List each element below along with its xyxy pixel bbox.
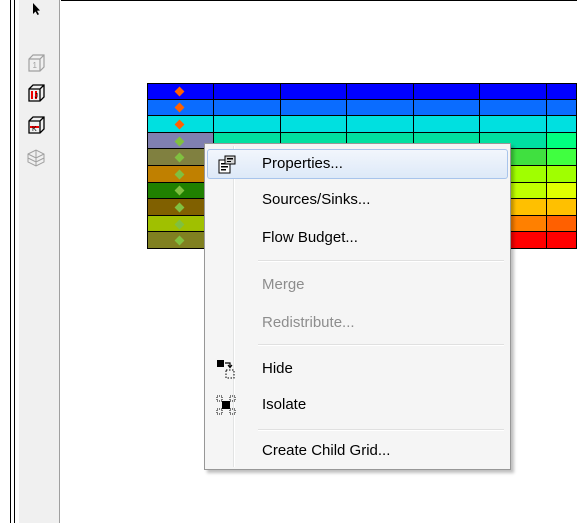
properties-icon: [217, 155, 237, 175]
menu-item-flow-budget[interactable]: Flow Budget...: [207, 223, 508, 253]
svg-text:1: 1: [33, 61, 38, 70]
layer-view-icon: 1: [23, 50, 49, 76]
grid-cell[interactable]: [547, 199, 577, 216]
column-view-icon[interactable]: J: [23, 80, 49, 106]
grid-cell[interactable]: [547, 232, 577, 249]
grid-cell[interactable]: [480, 99, 547, 117]
grid-cell[interactable]: [214, 83, 281, 100]
grid-cell[interactable]: [547, 149, 577, 166]
menu-item-redistribute: Redistribute...: [207, 308, 508, 338]
menu-item-create-child-grid[interactable]: Create Child Grid...: [207, 436, 508, 466]
grid-row: [147, 83, 577, 100]
window-border-left: [10, 0, 11, 523]
window-border-inner: [14, 0, 15, 523]
grid-cell[interactable]: [547, 182, 577, 200]
grid-cell[interactable]: [547, 215, 577, 233]
menu-item-label: Merge: [262, 276, 305, 293]
select-arrow-icon[interactable]: [23, 0, 49, 18]
view-toolbar: 1 J K: [19, 0, 60, 523]
row-view-icon[interactable]: K: [23, 112, 49, 138]
context-menu: Properties... Sources/Sinks... Flow Budg…: [204, 143, 511, 470]
grid-row: [147, 116, 577, 133]
grid-cell[interactable]: [414, 83, 480, 100]
menu-separator: [258, 429, 504, 431]
menu-item-label: Hide: [262, 360, 293, 377]
grid-cell[interactable]: [547, 166, 577, 183]
grid-cell[interactable]: [480, 116, 547, 133]
grid-cell[interactable]: [414, 99, 480, 117]
grid-cell[interactable]: [347, 116, 414, 133]
menu-item-isolate[interactable]: Isolate: [207, 390, 508, 420]
grid-cell[interactable]: [214, 99, 281, 117]
svg-text:K: K: [32, 126, 37, 133]
grid-cell[interactable]: [281, 83, 347, 100]
menu-separator: [258, 260, 504, 262]
menu-item-label: Create Child Grid...: [262, 442, 391, 459]
menu-item-label: Isolate: [262, 396, 307, 413]
grid-cell[interactable]: [547, 132, 577, 150]
grid-cell[interactable]: [347, 99, 414, 117]
hide-icon: [216, 359, 236, 379]
grid-cell[interactable]: [547, 83, 577, 100]
grid-row: [147, 99, 577, 117]
grid-cell[interactable]: [414, 116, 480, 133]
3d-view-icon: [23, 144, 49, 170]
menu-separator: [258, 344, 504, 346]
grid-cell[interactable]: [547, 99, 577, 117]
menu-item-label: Redistribute...: [262, 314, 355, 331]
grid-cell[interactable]: [480, 83, 547, 100]
grid-cell[interactable]: [347, 83, 414, 100]
grid-cell[interactable]: [214, 116, 281, 133]
menu-item-label: Sources/Sinks...: [262, 191, 371, 208]
canvas-top-border: [61, 0, 577, 1]
menu-item-sources-sinks[interactable]: Sources/Sinks...: [207, 185, 508, 215]
svg-text:J: J: [35, 93, 39, 100]
isolate-icon: [216, 395, 236, 415]
menu-item-merge: Merge: [207, 270, 508, 300]
menu-item-hide[interactable]: Hide: [207, 354, 508, 384]
grid-cell[interactable]: [281, 116, 347, 133]
grid-cell[interactable]: [547, 116, 577, 133]
menu-item-label: Properties...: [262, 155, 343, 172]
menu-item-label: Flow Budget...: [262, 229, 358, 246]
menu-item-properties[interactable]: Properties...: [207, 149, 508, 179]
grid-cell[interactable]: [281, 99, 347, 117]
